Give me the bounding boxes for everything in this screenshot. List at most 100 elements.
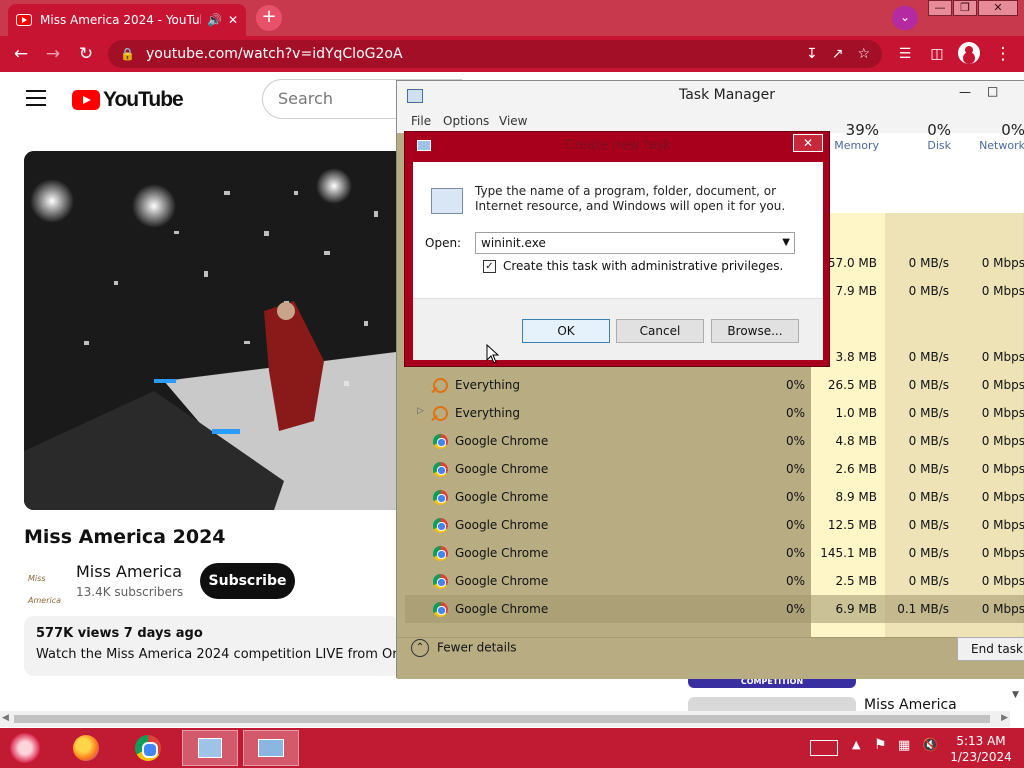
close-tab-icon[interactable]: ✕ (228, 13, 238, 27)
process-row[interactable]: Google Chrome 0% 2.5 MB 0 MB/s 0 Mbps (405, 567, 1024, 595)
touch-keyboard-icon[interactable] (810, 740, 838, 756)
disk-label: Disk (927, 139, 951, 152)
disk-column-header[interactable]: 0% Disk (885, 121, 955, 152)
video-description[interactable]: 577K views 7 days ago Watch the Miss Ame… (24, 616, 400, 676)
disk-value: 0 MB/s (908, 350, 949, 364)
taskbar-chrome[interactable] (120, 730, 176, 766)
taskbar-firefox[interactable] (58, 730, 114, 766)
lock-icon[interactable]: 🔒 (120, 47, 136, 61)
cpu-value: 0% (785, 490, 805, 504)
share-icon[interactable]: ↗ (832, 46, 844, 62)
scroll-down-icon[interactable]: ▼ (1012, 690, 1019, 700)
cancel-button[interactable]: Cancel (616, 319, 704, 343)
taskbar-run-dialog[interactable] (243, 730, 299, 766)
url-text[interactable]: youtube.com/watch?v=idYqCloG2oA (146, 46, 792, 62)
expand-chevron-icon[interactable]: ▷ (417, 406, 424, 416)
open-label: Open: (425, 236, 462, 250)
network-icon[interactable]: ▦ (898, 738, 910, 753)
process-row[interactable]: Google Chrome 0% 4.8 MB 0 MB/s 0 Mbps (405, 427, 1024, 455)
open-input-value[interactable]: wininit.exe (481, 236, 546, 250)
mouse-cursor-icon (486, 343, 500, 367)
disk-value: 0 MB/s (908, 462, 949, 476)
firefox-icon (73, 735, 99, 761)
close-window-button[interactable]: ✕ (978, 0, 1018, 16)
chrome-icon (433, 602, 448, 617)
process-row[interactable]: Google Chrome 0% 8.9 MB 0 MB/s 0 Mbps (405, 483, 1024, 511)
net-value: 0 Mbps (981, 490, 1024, 504)
back-arrow-icon[interactable]: ← (10, 43, 32, 65)
chrome-icon (433, 490, 448, 505)
process-name: Google Chrome (455, 546, 549, 560)
channel-avatar[interactable]: Miss America (28, 568, 62, 605)
process-row[interactable]: Google Chrome 0% 2.6 MB 0 MB/s 0 Mbps (405, 455, 1024, 483)
tm-minimize-button[interactable]: — (959, 85, 971, 99)
scroll-right-icon[interactable]: ▶ (1001, 713, 1008, 723)
volume-muted-icon[interactable]: 🔇 (922, 738, 938, 753)
reload-icon[interactable]: ↻ (75, 43, 97, 65)
tab-search-icon[interactable]: ⌄ (892, 6, 918, 30)
task-manager-title: Task Manager (678, 87, 776, 103)
tm-maximize-button[interactable]: □ (987, 84, 998, 98)
net-value: 0 Mbps (981, 434, 1024, 448)
cpu-value: 0% (785, 602, 805, 616)
new-tab-button[interactable]: + (256, 5, 282, 31)
process-row[interactable]: Google Chrome 0% 145.1 MB 0 MB/s 0 Mbps (405, 539, 1024, 567)
subscribe-button[interactable]: Subscribe (200, 563, 295, 599)
end-task-button[interactable]: End task (957, 637, 1024, 661)
menu-view[interactable]: View (499, 114, 527, 128)
ok-button[interactable]: OK (522, 319, 610, 343)
clock-date: 1/23/2024 (950, 750, 1012, 764)
tab-title: Miss America 2024 - YouTube (40, 13, 201, 27)
dialog-button-bar: OK Cancel Browse... (413, 298, 823, 360)
net-value: 0 Mbps (981, 378, 1024, 392)
action-center-flag-icon[interactable]: ⚑ (874, 737, 887, 753)
process-name: Google Chrome (455, 602, 549, 616)
open-combobox[interactable]: wininit.exe ▼ (475, 232, 795, 254)
disk-value: 0.1 MB/s (897, 602, 949, 616)
scroll-left-icon[interactable]: ◀ (2, 713, 9, 723)
media-queue-icon[interactable]: ☰ (894, 43, 916, 65)
start-button-icon[interactable] (10, 733, 40, 763)
browser-tab[interactable]: Miss America 2024 - YouTube 🔊 ✕ (8, 4, 246, 36)
minimize-window-button[interactable]: — (928, 0, 952, 16)
video-title: Miss America 2024 (24, 526, 226, 548)
menu-options[interactable]: Options (443, 114, 489, 128)
process-row[interactable]: Everything 0% 26.5 MB 0 MB/s 0 Mbps (405, 371, 1024, 399)
subscriber-count: 13.4K subscribers (76, 585, 184, 599)
net-value: 0 Mbps (981, 284, 1024, 298)
disk-value: 0 MB/s (908, 574, 949, 588)
browse-button[interactable]: Browse... (711, 319, 799, 343)
process-name: Google Chrome (455, 490, 549, 504)
process-name: Everything (455, 406, 520, 420)
restore-window-button[interactable]: ❐ (953, 0, 977, 16)
install-icon[interactable]: ↧ (806, 46, 818, 62)
horizontal-scrollbar[interactable]: ◀ ▶ (0, 711, 1010, 727)
process-row[interactable]: ▷ Everything 0% 1.0 MB 0 MB/s 0 Mbps (405, 399, 1024, 427)
system-clock[interactable]: 5:13 AM 1/23/2024 (946, 733, 1016, 765)
side-panel-icon[interactable]: ◫ (926, 43, 948, 65)
dialog-close-button[interactable]: ✕ (793, 134, 823, 152)
bookmark-star-icon[interactable]: ☆ (857, 46, 870, 62)
menu-hamburger-icon[interactable] (26, 90, 46, 106)
chevron-down-icon[interactable]: ▼ (782, 233, 790, 253)
channel-name[interactable]: Miss America (76, 562, 182, 581)
video-player[interactable] (24, 151, 404, 510)
scrollbar-thumb[interactable] (14, 715, 990, 723)
profile-avatar-icon[interactable] (958, 42, 980, 64)
speaker-icon[interactable]: 🔊 (207, 13, 222, 27)
forward-arrow-icon[interactable]: → (42, 43, 64, 65)
process-row[interactable]: Google Chrome 0% 6.9 MB 0.1 MB/s 0 Mbps (405, 595, 1024, 623)
taskbar-task-manager[interactable] (182, 730, 238, 766)
admin-privileges-checkbox[interactable]: ✓ (483, 260, 496, 273)
network-column-header[interactable]: 0% Network (959, 121, 1024, 152)
admin-privileges-label[interactable]: Create this task with administrative pri… (503, 259, 783, 273)
process-row[interactable]: Google Chrome 0% 12.5 MB 0 MB/s 0 Mbps (405, 511, 1024, 539)
fewer-details-link[interactable]: ⌃ Fewer details (411, 639, 517, 657)
youtube-logo[interactable]: YouTube (72, 88, 184, 112)
menu-file[interactable]: File (411, 114, 431, 128)
mem-value: 26.5 MB (827, 378, 877, 392)
net-value: 0 Mbps (981, 406, 1024, 420)
address-bar[interactable]: 🔒 youtube.com/watch?v=idYqCloG2oA ↧ ↗ ☆ (108, 40, 882, 68)
chrome-menu-icon[interactable]: ⋮ (992, 43, 1014, 65)
show-hidden-icons-icon[interactable]: ▲ (852, 738, 860, 751)
